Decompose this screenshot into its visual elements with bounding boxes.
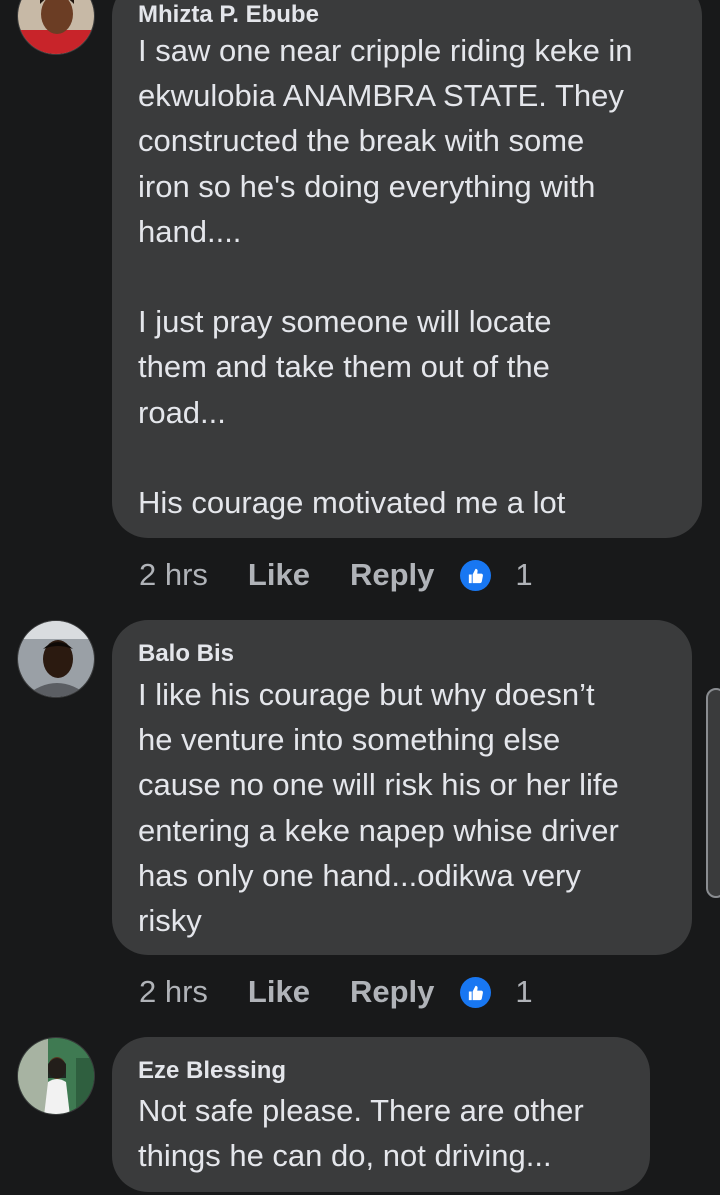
- reply-button[interactable]: Reply: [350, 557, 434, 593]
- comment-timestamp[interactable]: 2 hrs: [139, 557, 208, 593]
- avatar[interactable]: [17, 620, 95, 698]
- comment-line: Not safe please. There are other: [138, 1093, 584, 1128]
- comment-bubble: Mhizta P. Ebube I saw one near cripple r…: [112, 0, 702, 538]
- comment-author[interactable]: Mhizta P. Ebube: [138, 1, 319, 29]
- comment-line: road...: [138, 394, 226, 430]
- like-reaction-icon[interactable]: [460, 976, 492, 1008]
- comment-actions: 2 hrs Like Reply 1: [139, 553, 533, 597]
- reaction-count[interactable]: 1: [515, 974, 532, 1010]
- comment-bubble: Eze Blessing Not safe please. There are …: [112, 1037, 650, 1192]
- avatar[interactable]: [17, 0, 95, 55]
- comment-line: constructed the break with some: [138, 123, 585, 159]
- comment-bubble: Balo Bis I like his courage but why does…: [112, 620, 692, 955]
- comments-feed: Mhizta P. Ebube I saw one near cripple r…: [0, 0, 720, 1195]
- comment-line: entering a keke napep whise driver: [138, 812, 619, 848]
- comment-text: Not safe please. There are other things …: [138, 1088, 640, 1178]
- comment-line: iron so he's doing everything with: [138, 168, 596, 204]
- like-reaction-icon[interactable]: [460, 559, 492, 591]
- comment-line: [138, 254, 692, 299]
- like-button[interactable]: Like: [248, 974, 310, 1010]
- comment-text: I saw one near cripple riding keke in ek…: [138, 28, 692, 525]
- avatar[interactable]: [17, 1037, 95, 1115]
- comment-line: I like his courage but why doesn’t: [138, 677, 595, 712]
- reply-button[interactable]: Reply: [350, 974, 434, 1010]
- comment-line: has only one hand...odikwa very: [138, 857, 581, 893]
- comment-line: [138, 435, 692, 480]
- reaction-count[interactable]: 1: [515, 557, 532, 593]
- comment-actions: 2 hrs Like Reply 1: [139, 970, 533, 1014]
- comment-text: I like his courage but why doesn’t he ve…: [138, 672, 682, 943]
- comment-line: risky: [138, 903, 202, 939]
- comment-line: ekwulobia ANAMBRA STATE. They: [138, 78, 624, 114]
- comment-author[interactable]: Balo Bis: [138, 640, 234, 668]
- comment-author[interactable]: Eze Blessing: [138, 1057, 286, 1085]
- comment-timestamp[interactable]: 2 hrs: [139, 974, 208, 1010]
- comment-line: them and take them out of the: [138, 349, 550, 385]
- comment-line: things he can do, not driving...: [138, 1138, 552, 1174]
- comment-line: His courage motivated me a lot: [138, 485, 566, 521]
- like-button[interactable]: Like: [248, 557, 310, 593]
- comment-line: cause no one will risk his or her life: [138, 767, 619, 803]
- comment-line: hand....: [138, 213, 242, 249]
- comment-line: he venture into something else: [138, 722, 561, 758]
- scroll-handle[interactable]: [706, 688, 720, 898]
- comment-line: I saw one near cripple riding keke in: [138, 33, 633, 68]
- comment-line: I just pray someone will locate: [138, 304, 552, 340]
